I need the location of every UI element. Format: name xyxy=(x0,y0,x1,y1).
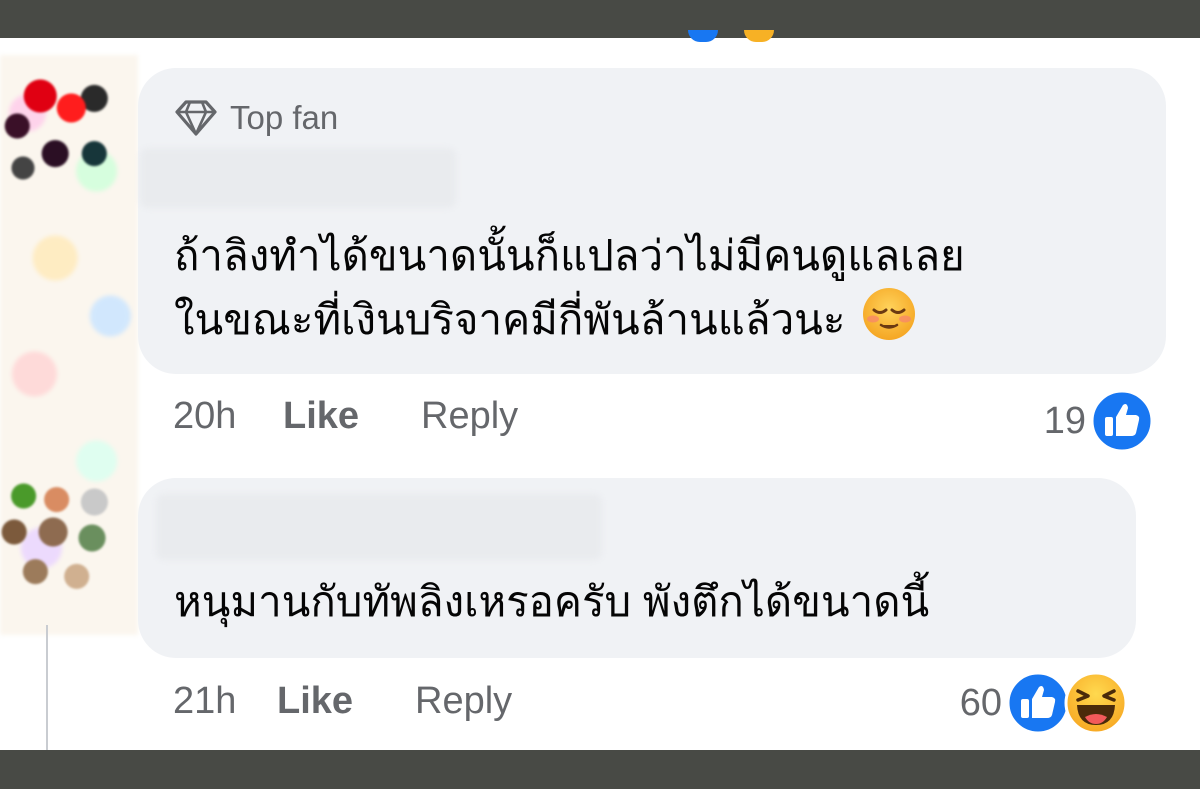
previous-like-reaction-icon xyxy=(688,30,718,42)
relieved-face-icon xyxy=(863,288,916,340)
diamond-icon xyxy=(175,100,217,136)
comment-text: หนุมานกับทัพลิงเหรอครับ พังตึกได้ขนาดนี้ xyxy=(174,578,930,625)
like-icon xyxy=(1090,389,1154,453)
comment-text: ถ้าลิงทำได้ขนาดนั้นก็แปลว่าไม่มีคนดูแลเล… xyxy=(174,226,1144,350)
comment-text-line: ถ้าลิงทำได้ขนาดนั้นก็แปลว่าไม่มีคนดูแลเล… xyxy=(174,232,965,279)
top-fan-label: Top fan xyxy=(230,99,339,136)
screenshot-top-border xyxy=(0,0,1200,38)
reply-button[interactable]: Reply xyxy=(421,395,518,438)
reaction-summary[interactable]: 60 xyxy=(960,671,1128,735)
previous-haha-reaction-icon xyxy=(744,30,774,42)
comment-actions: 21h Like Reply xyxy=(173,680,512,723)
commenter-name-redacted[interactable] xyxy=(156,494,602,560)
comment-text-line: ในขณะที่เงินบริจาคมีกี่พันล้านแล้วนะ xyxy=(174,296,846,343)
avatar[interactable] xyxy=(0,478,118,598)
top-fan-badge[interactable]: Top fan xyxy=(174,98,338,138)
like-button[interactable]: Like xyxy=(277,680,415,723)
avatar[interactable] xyxy=(0,72,115,192)
reaction-summary[interactable]: 19 xyxy=(1044,389,1154,453)
comment-bubble: หนุมานกับทัพลิงเหรอครับ พังตึกได้ขนาดนี้ xyxy=(138,478,1136,658)
commenter-name-redacted[interactable] xyxy=(140,148,456,208)
comment-timestamp[interactable]: 21h xyxy=(173,680,277,723)
like-button[interactable]: Like xyxy=(283,395,421,438)
thread-line xyxy=(46,625,48,750)
haha-icon xyxy=(1064,671,1128,735)
reaction-count: 19 xyxy=(1043,399,1086,442)
comment-bubble: Top fan ถ้าลิงทำได้ขนาดนั้นก็แปลว่าไม่มี… xyxy=(138,68,1166,374)
comment-actions: 20h Like Reply xyxy=(173,395,518,438)
reaction-count: 60 xyxy=(959,681,1002,724)
screenshot-bottom-border xyxy=(0,750,1200,789)
comment-timestamp[interactable]: 20h xyxy=(173,395,283,438)
like-icon xyxy=(1006,671,1070,735)
reply-button[interactable]: Reply xyxy=(415,680,512,723)
